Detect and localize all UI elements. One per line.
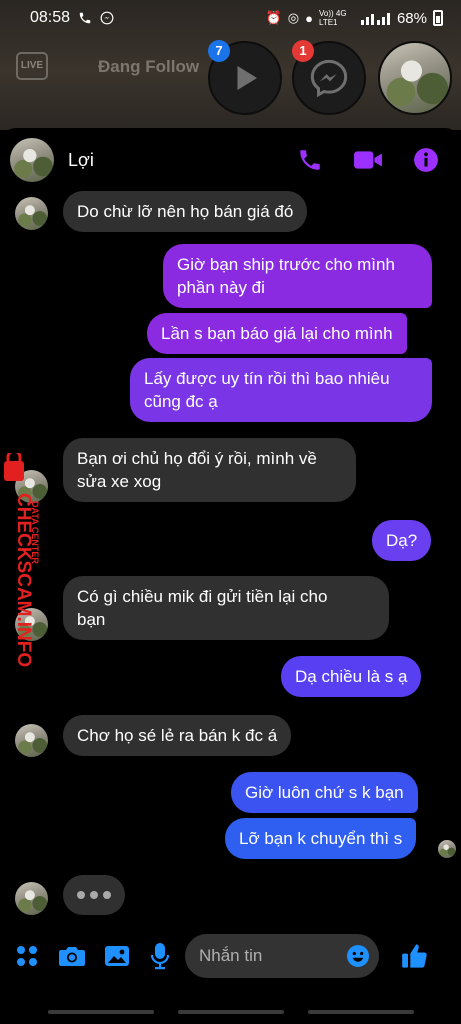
message-avatar[interactable] bbox=[15, 724, 48, 757]
incoming-message[interactable]: Có gì chiều mik đi gửi tiền lại cho bạn bbox=[63, 576, 389, 640]
chat-head-badge: 1 bbox=[292, 40, 314, 62]
chat-head-badge: 7 bbox=[208, 40, 230, 62]
phone-status-icon bbox=[79, 12, 91, 24]
outgoing-message[interactable]: Lấy được uy tín rồi thì bao nhiêu cũng đ… bbox=[130, 358, 432, 422]
signal-icon bbox=[360, 13, 390, 25]
phone-icon[interactable] bbox=[297, 147, 323, 173]
microphone-icon[interactable] bbox=[148, 941, 174, 971]
composer bbox=[0, 930, 461, 982]
nav-back-hint[interactable] bbox=[308, 1010, 414, 1014]
watermark-sub: DATA CENTER bbox=[30, 501, 40, 564]
battery-icon bbox=[433, 10, 443, 26]
typing-indicator bbox=[63, 875, 125, 915]
message-input-wrap bbox=[185, 934, 379, 978]
outgoing-message[interactable]: Dạ chiều là s ạ bbox=[281, 656, 422, 697]
info-icon[interactable] bbox=[413, 147, 439, 173]
status-bar: 08:58 ⏰ ◎ ● Vo)) 4G LTE1 68% bbox=[0, 0, 461, 36]
message-avatar[interactable] bbox=[15, 882, 48, 915]
watermark: CHECKSCAM.INFO DATA CENTER bbox=[0, 449, 44, 673]
seen-avatar bbox=[438, 840, 456, 858]
play-icon bbox=[237, 66, 257, 90]
system-nav-bar bbox=[0, 996, 461, 1024]
incoming-message[interactable]: Chơ họ sé lẻ ra bán k đc á bbox=[63, 715, 292, 756]
thumbs-up-icon[interactable] bbox=[401, 941, 429, 971]
outgoing-message[interactable]: Lần s bạn báo giá lại cho mình bbox=[147, 313, 407, 354]
hotspot-icon: ◎ bbox=[287, 10, 300, 25]
outgoing-message[interactable]: Dạ? bbox=[372, 520, 432, 561]
contact-chat-head[interactable] bbox=[378, 41, 452, 115]
checkscam-watermark: CHECKSCAM.INFO DATA CENTER bbox=[4, 449, 40, 667]
chat-header: Lợi bbox=[0, 128, 461, 192]
nav-home-hint[interactable] bbox=[178, 1010, 284, 1014]
alarm-icon: ⏰ bbox=[265, 10, 282, 25]
contact-avatar[interactable] bbox=[10, 138, 54, 182]
battery-percent: 68% bbox=[396, 9, 427, 27]
messenger-chat-head[interactable]: 1 bbox=[292, 40, 366, 115]
emoji-icon[interactable] bbox=[346, 944, 370, 968]
network-label: Vo)) 4G LTE1 bbox=[318, 9, 347, 27]
outgoing-message[interactable]: Giờ luôn chứ s k bạn bbox=[231, 772, 418, 813]
nav-recents-hint[interactable] bbox=[48, 1010, 154, 1014]
location-icon: ● bbox=[305, 10, 313, 26]
video-chat-head[interactable]: 7 bbox=[208, 40, 282, 115]
video-call-icon[interactable] bbox=[353, 147, 383, 173]
outgoing-message[interactable]: Giờ bạn ship trước cho mình phần này đi bbox=[163, 244, 432, 308]
outgoing-message[interactable]: Lỡ bạn k chuyển thì s bbox=[225, 818, 417, 859]
camera-icon[interactable] bbox=[58, 941, 86, 971]
message-avatar[interactable] bbox=[15, 197, 48, 230]
apps-icon[interactable] bbox=[14, 941, 40, 971]
image-icon[interactable] bbox=[104, 941, 130, 971]
messenger-icon bbox=[310, 59, 348, 98]
incoming-message[interactable]: Bạn ơi chủ họ đổi ý rồi, mình về sửa xe … bbox=[63, 438, 356, 502]
live-tv-icon: LIVE bbox=[16, 52, 48, 80]
background-text: Đang Follow bbox=[98, 57, 200, 76]
status-time: 08:58 bbox=[30, 9, 71, 26]
incoming-message[interactable]: Do chừ lỡ nên họ bán giá đó bbox=[63, 191, 308, 232]
messenger-status-icon bbox=[100, 11, 114, 25]
contact-name[interactable]: Lợi bbox=[68, 150, 94, 171]
